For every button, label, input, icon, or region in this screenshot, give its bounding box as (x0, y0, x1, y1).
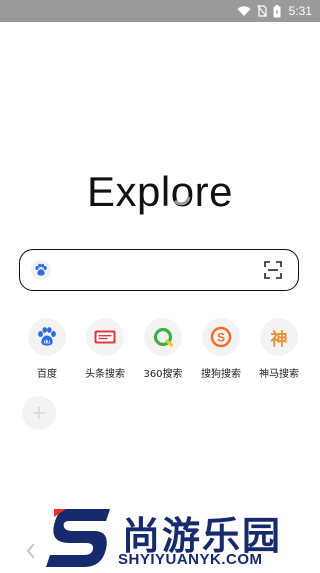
watermark-url: SHYIYUANYK.COM (118, 551, 263, 568)
watermark: 尚游乐园 SHYIYUANYK.COM (44, 505, 320, 573)
sogou-icon: S (202, 318, 240, 356)
scan-icon[interactable] (264, 261, 282, 279)
shortcut-label: 神马搜索 (259, 369, 299, 380)
status-icons (237, 4, 281, 18)
shortcut-shenma[interactable]: 神 神马搜索 (250, 318, 308, 380)
status-time: 5:31 (288, 4, 312, 18)
watermark-s-logo (46, 509, 110, 567)
svg-text:S: S (217, 331, 225, 345)
so360-icon (144, 318, 182, 356)
plus-icon (33, 407, 45, 419)
shenma-icon: 神 (260, 318, 298, 356)
shortcut-grid: du 百度 头条搜索 360搜索 S 搜狗搜索 神 神马搜索 (18, 318, 308, 380)
add-shortcut-button[interactable] (22, 396, 56, 430)
app-logo: Explore (87, 168, 233, 215)
logo-swirl-icon (173, 196, 191, 206)
shortcut-sogou[interactable]: S 搜狗搜索 (192, 318, 250, 380)
search-box[interactable] (19, 249, 299, 291)
search-engine-selector[interactable] (31, 260, 51, 280)
baidu-icon: du (28, 318, 66, 356)
battery-icon (273, 4, 281, 17)
shenma-glyph: 神 (270, 329, 288, 350)
status-bar: 5:31 (0, 0, 320, 22)
shortcut-label: 头条搜索 (85, 369, 125, 380)
toutiao-icon (86, 318, 124, 356)
shortcut-label: 360搜索 (143, 369, 183, 380)
shortcut-label: 百度 (37, 369, 57, 380)
baidu-paw-icon (35, 263, 47, 276)
svg-text:du: du (44, 340, 50, 346)
wifi-icon (237, 5, 251, 16)
shortcut-label: 搜狗搜索 (201, 369, 241, 380)
shortcut-toutiao[interactable]: 头条搜索 (76, 318, 134, 380)
chevron-left-icon[interactable] (24, 542, 38, 560)
no-sim-icon (256, 5, 267, 17)
shortcut-360[interactable]: 360搜索 (134, 318, 192, 380)
shortcut-baidu[interactable]: du 百度 (18, 318, 76, 380)
